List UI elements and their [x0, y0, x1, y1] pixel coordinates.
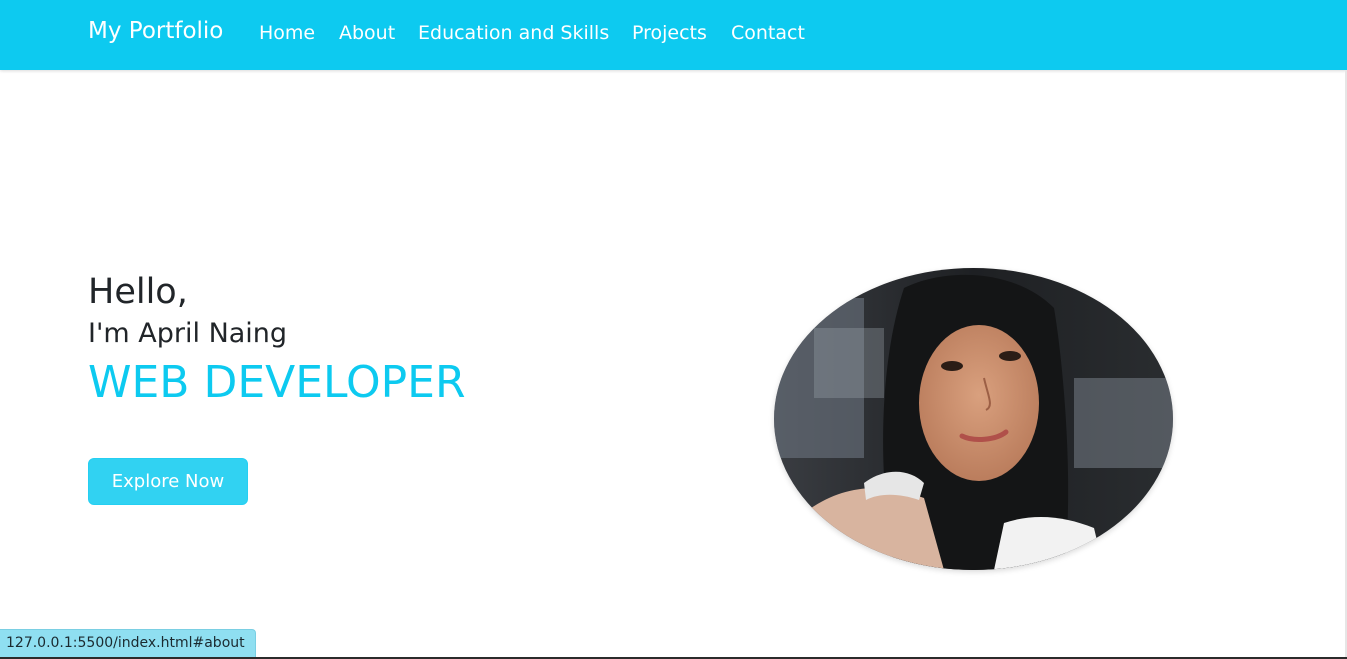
hero-greeting: Hello, [88, 272, 188, 312]
brand-link[interactable]: My Portfolio [88, 18, 223, 44]
profile-photo-image [774, 268, 1173, 570]
hero-intro: I'm April Naing [88, 318, 288, 349]
navbar: My Portfolio Home About Education and Sk… [0, 0, 1347, 70]
nav-link-projects[interactable]: Projects [632, 22, 707, 44]
hero-text: Hello, I'm April Naing WEB DEVELOPER [88, 272, 466, 408]
profile-photo [774, 268, 1173, 570]
nav-link-contact[interactable]: Contact [731, 22, 805, 44]
nav-link-home[interactable]: Home [259, 22, 315, 44]
explore-now-button[interactable]: Explore Now [88, 458, 248, 505]
nav-link-about[interactable]: About [339, 22, 395, 44]
nav-link-education-and-skills[interactable]: Education and Skills [418, 22, 609, 44]
status-bar-url: 127.0.0.1:5500/index.html#about [0, 629, 256, 658]
hero-role: WEB DEVELOPER [88, 357, 466, 408]
